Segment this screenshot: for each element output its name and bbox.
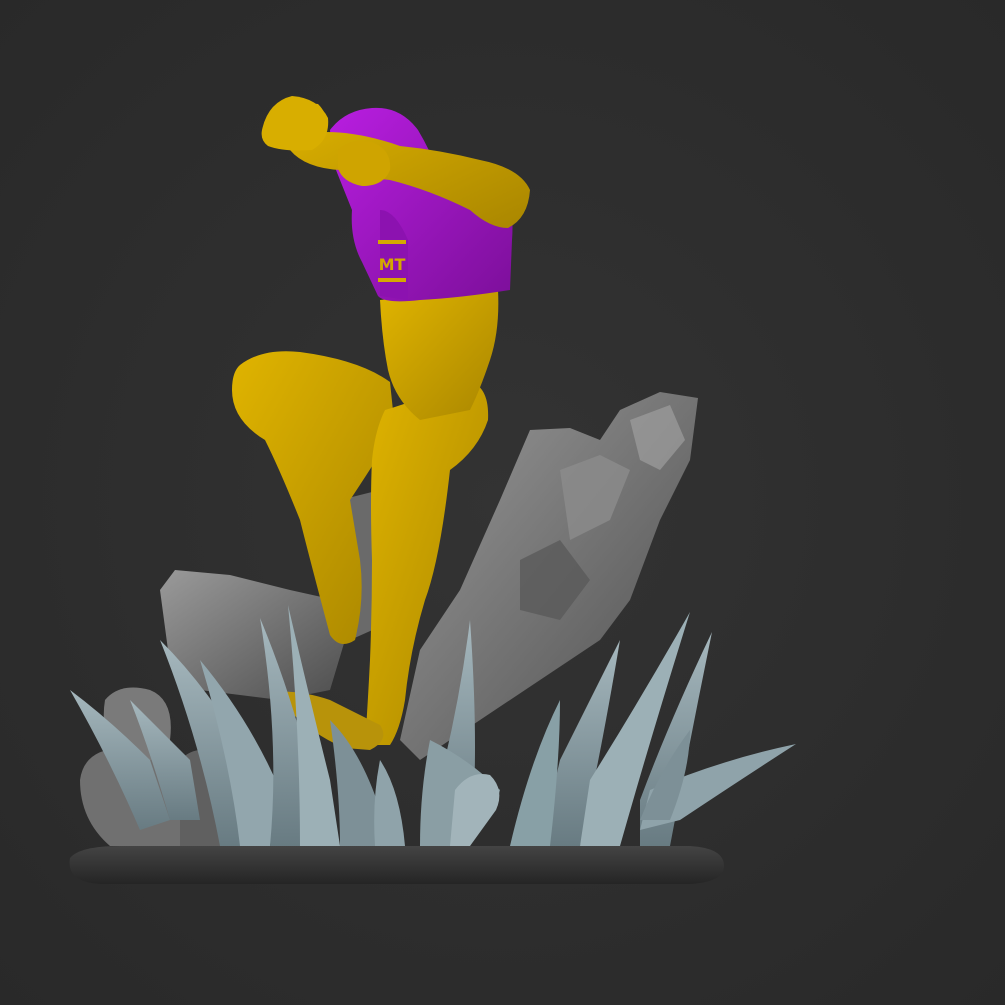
chest-logo-text: MT: [379, 255, 406, 274]
base-plinth: [69, 846, 724, 884]
viewport[interactable]: MT: [0, 0, 1005, 1005]
sculpt-render: MT: [69, 96, 796, 884]
